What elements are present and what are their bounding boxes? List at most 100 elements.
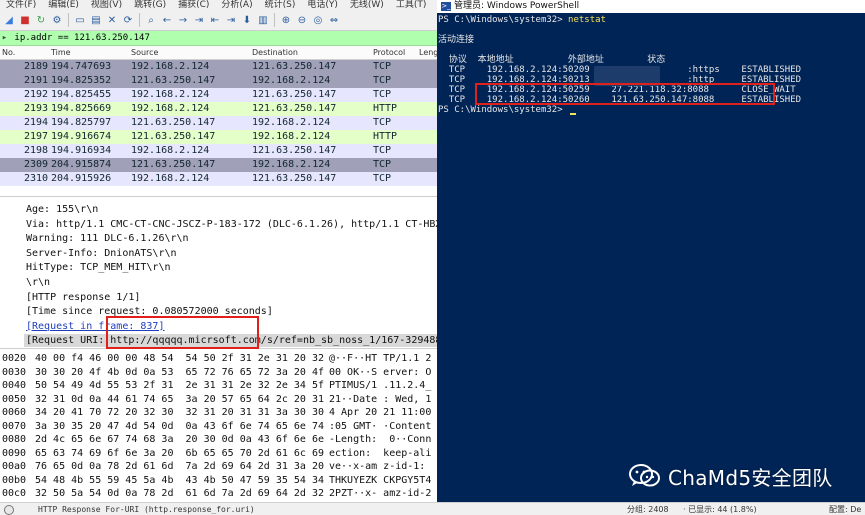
zoom-out-icon[interactable]: ⊖: [295, 13, 309, 27]
last-packet-icon[interactable]: ⇥: [224, 13, 238, 27]
menu-item[interactable]: 跳转(G): [134, 0, 166, 10]
column-header[interactable]: Time: [51, 46, 71, 59]
packet-dst: 192.168.2.124: [252, 117, 331, 128]
hex-offset: 0030: [2, 366, 27, 378]
packet-no: 2309: [24, 159, 49, 170]
hex-row: 0060 34 20 41 70 72 20 32 30 32 31 20 31 …: [0, 406, 440, 420]
menu-item[interactable]: 分析(A): [221, 0, 252, 10]
watermark-text: ChaMd5安全团队: [668, 465, 833, 490]
packet-time: 194.825455: [51, 89, 112, 100]
column-header[interactable]: Protocol: [373, 46, 405, 59]
save-file-icon[interactable]: ▤: [89, 13, 103, 27]
zoom-in-icon[interactable]: ⊕: [279, 13, 293, 27]
hex-bytes[interactable]: 76 65 0d 0a 78 2d 61 6d 7a 2d 69 64 2d 3…: [35, 460, 324, 474]
packet-no: 2193: [24, 103, 49, 114]
hex-ascii[interactable]: ve··x-am z-id-1:: [329, 460, 431, 474]
expert-info-icon[interactable]: [4, 505, 14, 515]
hex-offset: 0070: [2, 420, 27, 432]
hex-ascii[interactable]: -Length: 0··Conn: [329, 433, 431, 447]
packet-time: 194.747693: [51, 61, 112, 72]
packet-time: 204.915874: [51, 159, 112, 170]
hex-bytes[interactable]: 65 63 74 69 6f 6e 3a 20 6b 65 65 70 2d 6…: [35, 447, 324, 461]
first-packet-icon[interactable]: ⇤: [208, 13, 222, 27]
hex-ascii[interactable]: @··F··HT TP/1.1 2: [329, 352, 431, 366]
console-line: PS C:\Windows\system32> netstat: [438, 15, 606, 25]
go-forward-icon[interactable]: →: [176, 13, 190, 27]
hex-bytes[interactable]: 34 20 41 70 72 20 32 30 32 31 20 31 31 3…: [35, 406, 324, 420]
hex-bytes[interactable]: 32 50 5a 54 0d 0a 78 2d 61 6d 7a 2d 69 6…: [35, 487, 324, 501]
hex-ascii[interactable]: :05 GMT· ·Content: [329, 420, 431, 434]
hex-bytes[interactable]: 30 30 20 4f 4b 0d 0a 53 65 72 76 65 72 3…: [35, 366, 324, 380]
restart-capture-icon[interactable]: ↻: [34, 13, 48, 27]
hex-ascii[interactable]: ection: keep-ali: [329, 447, 431, 461]
menu-item[interactable]: 视图(V): [91, 0, 122, 10]
hex-bytes[interactable]: 3a 30 35 20 47 4d 54 0d 0a 43 6f 6e 74 6…: [35, 420, 324, 434]
hex-bytes[interactable]: 32 31 0d 0a 44 61 74 65 3a 20 57 65 64 2…: [35, 393, 324, 407]
packet-proto: TCP: [373, 61, 392, 72]
packet-row[interactable]: 2310 204.915926 192.168.2.124 121.63.250.14…: [0, 172, 440, 186]
packet-no: 2189: [24, 61, 49, 72]
reload-icon[interactable]: ⟳: [121, 13, 135, 27]
hex-ascii[interactable]: 21··Date : Wed, 1: [329, 393, 431, 407]
hex-offset: 0060: [2, 407, 27, 418]
hex-ascii[interactable]: PTIMUS/1 .11.2.4_: [329, 379, 431, 393]
hex-ascii[interactable]: 2PZT··x- amz-id-2: [329, 487, 431, 501]
packet-row[interactable]: 2193 194.825669 192.168.2.124 121.63.250.14…: [0, 102, 440, 116]
close-file-icon[interactable]: ✕: [105, 13, 119, 27]
column-header[interactable]: Source: [131, 46, 158, 59]
packet-row[interactable]: 2198 194.916934 192.168.2.124 121.63.250.14…: [0, 144, 440, 158]
hex-bytes[interactable]: 50 54 49 4d 55 53 2f 31 2e 31 31 2e 32 2…: [35, 379, 324, 393]
hex-ascii[interactable]: THKUYEZK CKPGY5T4: [329, 474, 431, 488]
packet-row[interactable]: 2191 194.825352 121.63.250.147 192.168.2.12…: [0, 74, 440, 88]
menu-item[interactable]: 电话(Y): [307, 0, 338, 10]
menu-item[interactable]: 文件(F): [6, 0, 36, 10]
menu-item[interactable]: 捕获(C): [178, 0, 209, 10]
detail-line: Age: 155\r\n: [26, 204, 99, 215]
detail-line: Via: http/1.1 CMC-CT-CNC-JSCZ-P-183-172 …: [26, 218, 440, 230]
packet-row[interactable]: 2189 194.747693 192.168.2.124 121.63.250.14…: [0, 60, 440, 74]
resize-columns-icon[interactable]: ⇔: [327, 13, 341, 27]
packet-row[interactable]: 2194 194.825797 121.63.250.147 192.168.2.12…: [0, 116, 440, 130]
display-filter-input[interactable]: ip.addr == 121.63.250.147: [14, 33, 149, 43]
detail-line: \r\n: [26, 277, 51, 288]
menu-item[interactable]: 编辑(E): [48, 0, 79, 10]
open-file-icon[interactable]: ▭: [73, 13, 87, 27]
powershell-window: >_ 管理员: Windows PowerShell PS C:\Windows…: [437, 0, 865, 515]
hex-ascii[interactable]: 4 Apr 20 21 11:00: [329, 406, 431, 420]
normal-size-icon[interactable]: ◎: [311, 13, 325, 27]
hex-ascii[interactable]: 00 OK··S erver: O: [329, 366, 431, 380]
go-to-packet-icon[interactable]: ⇥: [192, 13, 206, 27]
bookmark-icon[interactable]: ▸: [0, 31, 9, 45]
hex-bytes[interactable]: 40 00 f4 46 00 00 48 54 54 50 2f 31 2e 3…: [35, 352, 324, 366]
packet-row[interactable]: 2197 194.916674 121.63.250.147 192.168.2.12…: [0, 130, 440, 144]
menu-item[interactable]: 统计(S): [265, 0, 296, 10]
column-header[interactable]: Destination: [252, 46, 298, 59]
packet-bytes-pane: 0020 40 00 f4 46 00 00 48 54 54 50 2f 31 …: [0, 348, 440, 501]
find-packet-icon[interactable]: ⌕: [144, 13, 158, 27]
title-bar: >_ 管理员: Windows PowerShell: [437, 0, 865, 13]
packet-time: 204.915926: [51, 173, 112, 184]
settings-icon[interactable]: ⚙: [50, 13, 64, 27]
packet-no: 2310: [24, 173, 49, 184]
packet-row[interactable]: 2309 204.915874 121.63.250.147 192.168.2.12…: [0, 158, 440, 172]
column-header[interactable]: No.: [2, 46, 15, 59]
packet-row[interactable]: 2192 194.825455 192.168.2.124 121.63.250.14…: [0, 88, 440, 102]
toolbar-separator: [139, 13, 140, 27]
packet-dst: 121.63.250.147: [252, 89, 337, 100]
go-back-icon[interactable]: ←: [160, 13, 174, 27]
menu-item[interactable]: 无线(W): [350, 0, 384, 10]
stop-capture-icon[interactable]: ■: [18, 13, 32, 27]
hex-bytes[interactable]: 54 48 4b 55 59 45 5a 4b 43 4b 50 47 59 3…: [35, 474, 324, 488]
hex-bytes[interactable]: 2d 4c 65 6e 67 74 68 3a 20 30 0d 0a 43 6…: [35, 433, 324, 447]
autoscroll-icon[interactable]: ⬇: [240, 13, 254, 27]
packet-dst: 192.168.2.124: [252, 131, 331, 142]
highlight-box-connections: [475, 83, 775, 105]
start-capture-icon[interactable]: ◢: [2, 13, 16, 27]
console-text: PS C:\Windows\system32>: [438, 105, 569, 115]
profile-label[interactable]: 配置: De: [829, 503, 861, 515]
display-filter-bar[interactable]: ▸ ip.addr == 121.63.250.147: [0, 31, 440, 46]
menu-item[interactable]: 工具(T): [396, 0, 427, 10]
console-text: 协议 本地地址 外部地址 状态: [438, 55, 666, 65]
detail-line: Server-Info: DnionATS\r\n: [26, 247, 177, 259]
colorize-icon[interactable]: ▥: [256, 13, 270, 27]
